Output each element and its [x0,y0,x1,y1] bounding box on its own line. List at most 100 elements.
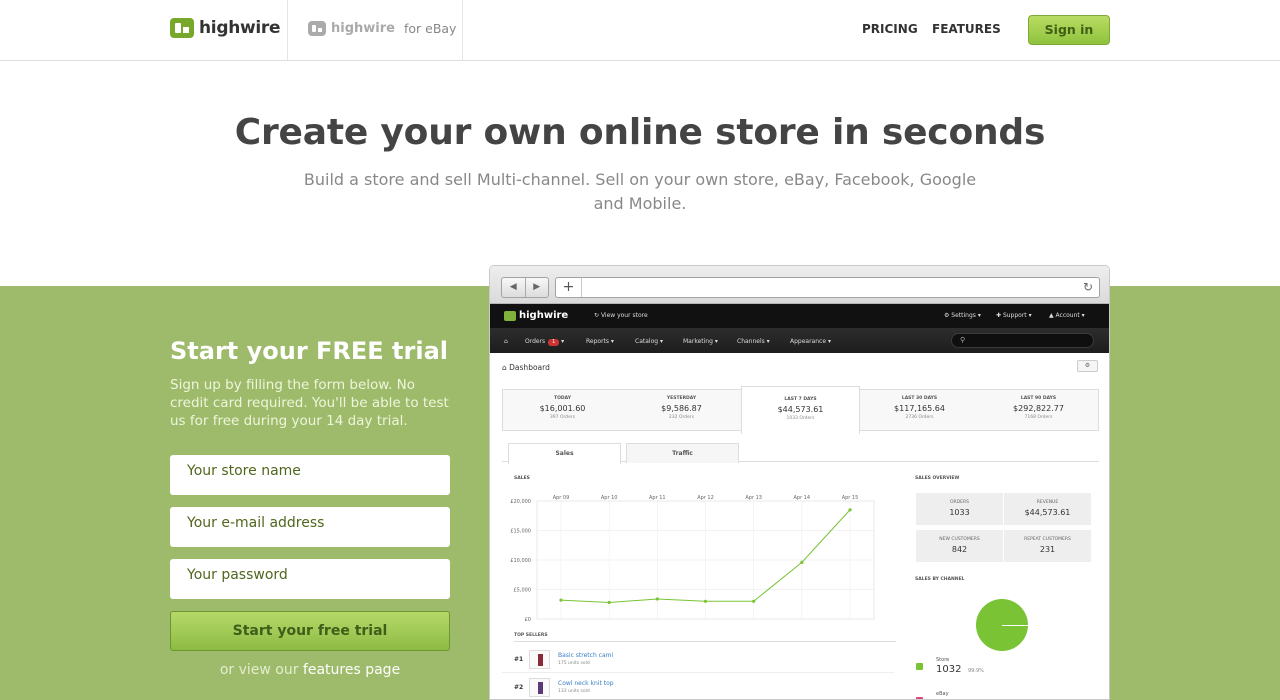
support-icon: ✚ [996,312,1003,319]
highwire-for-ebay-link[interactable]: highwire for eBay [308,21,456,36]
features-page-line: or view our features page [170,662,450,678]
ebay-brand-name: highwire [331,21,395,36]
browser-toolbar: ◀ ▶ + ↻ [490,266,1109,304]
x-tick-label: Apr 11 [649,495,666,501]
channel-heading: SALES BY CHANNEL [915,577,965,582]
header-divider [462,0,463,60]
stat-label: LAST 30 DAYS [901,396,938,401]
ebay-legend-name: eBay [936,691,949,697]
settings-menu: ⚙ Settings ▾ [944,312,981,319]
back-arrow-icon: ◀ [502,278,526,297]
product-screenshot: ◀ ▶ + ↻ highwire ↻ View your store ⚙ Set… [489,265,1110,700]
highwire-logo-icon [170,18,194,38]
stat-last-90-days: LAST 90 DAYS $292,822.77 7168 Orders [979,390,1098,432]
stat-orders: 1033 Orders [786,416,815,421]
store-legend-pct: 99.9% [968,668,984,674]
menu-appearance: Appearance ▾ [790,338,831,345]
sales-point [703,599,708,603]
y-tick-label: £10,000 [510,558,531,564]
overview-label: ORDERS [950,500,969,505]
menu-catalog-label: Catalog [635,338,659,345]
app-brand: highwire [519,310,569,321]
store-legend-swatch [916,663,923,670]
overview-value: 1033 [949,508,970,517]
top-seller-row: #2 Cowl neck knit top 133 units sold [502,675,894,699]
menu-appearance-label: Appearance [790,338,827,345]
seller-rank: #2 [514,684,524,691]
stat-orders: 7168 Orders [1024,415,1053,420]
dashboard-title-text: Dashboard [509,363,550,372]
sales-point [559,598,563,602]
sales-point [752,599,756,603]
features-page-link[interactable]: features page [303,662,400,678]
stat-today: TODAY $16,001.60 397 Orders [503,390,622,432]
support-label: Support [1002,312,1027,319]
channel-pie-chart [976,599,1028,651]
product-thumbnail-image [538,682,543,694]
seller-units: 175 units sold [558,661,590,666]
sign-in-button[interactable]: Sign in [1028,15,1110,45]
account-label: Account [1055,312,1080,319]
nav-features[interactable]: FEATURES [932,22,1001,36]
seller-rank: #1 [514,656,524,663]
sales-point [848,508,852,512]
refresh-icon: ↻ [594,312,601,319]
top-sellers-heading: TOP SELLERS [514,633,896,642]
app-logo: highwire [504,310,568,321]
stat-value: $117,165.64 [894,404,945,413]
app-menu-bar: ⌂ Orders 1 ▾ Reports ▾ Catalog ▾ Marketin… [490,328,1109,353]
store-legend-value: 1032 [936,664,962,675]
browser-nav-buttons: ◀ ▶ [501,277,549,298]
x-tick-label: Apr 14 [794,495,811,501]
overview-orders: ORDERS 1033 [916,493,1003,525]
dashboard-title: ⌂ Dashboard [502,363,550,372]
hero-title: Create your own online store in seconds [234,112,1046,153]
trial-description: Sign up by filling the form below. No cr… [170,377,449,429]
password-field[interactable]: Your password [170,559,450,599]
sales-point [607,600,611,605]
stat-yesterday: YESTERDAY $9,586.87 232 Orders [622,390,741,432]
dashboard-tabs: Sales Traffic [502,440,1099,464]
menu-marketing: Marketing ▾ [683,338,718,345]
browser-url-bar: + ↻ [555,277,1100,298]
highwire-logo[interactable]: highwire [170,18,281,38]
seller-units: 133 units sold [558,689,590,694]
tab-sales: Sales [508,443,621,464]
overview-value: 842 [951,545,968,554]
store-name-field[interactable]: Your store name [170,455,450,495]
stat-value: $44,573.61 [777,405,824,414]
support-menu: ✚ Support ▾ [996,312,1032,319]
menu-reports-label: Reports [586,338,610,345]
menu-reports: Reports ▾ [586,338,614,345]
overview-label: REPEAT CUSTOMERS [1024,537,1071,542]
sales-line-chart: £20,000 £15,000 £10,000 £5,000 £0 Apr 09 Apr 1… [510,495,875,623]
app-logo-icon [504,310,516,321]
view-store-label: View your store [600,312,648,319]
settings-label: Settings [951,312,976,319]
home-icon: ⌂ [504,338,508,345]
menu-orders: Orders 1 ▾ [525,338,565,346]
overview-label: REVENUE [1036,500,1059,505]
email-field[interactable]: Your e-mail address [170,507,450,547]
overview-new-customers: NEW CUSTOMERS 842 [916,530,1003,562]
seller-name: Cowl neck knit top [558,680,614,687]
x-tick-label: Apr 12 [697,495,714,501]
features-prefix: or view our [219,662,299,678]
overview-value: $44,573.61 [1024,508,1071,517]
y-tick-label: £20,000 [510,499,531,505]
brand-name: highwire [199,18,281,38]
menu-orders-label: Orders [525,338,546,345]
menu-catalog: Catalog ▾ [635,338,663,345]
product-thumbnail [529,650,550,669]
nav-pricing[interactable]: PRICING [862,22,918,36]
stat-last-7-days: LAST 7 DAYS $44,573.61 1033 Orders [741,386,860,434]
start-free-trial-button[interactable]: Start your free trial [170,611,450,651]
menu-marketing-label: Marketing [683,338,713,345]
stat-value: $292,822.77 [1013,404,1064,413]
account-menu: ▲ Account ▾ [1049,312,1085,319]
top-seller-row: #1 Basic stretch cami 175 units sold [502,647,894,673]
menu-channels: Channels ▾ [737,338,770,345]
forward-arrow-icon: ▶ [533,282,541,292]
overview-repeat-customers: REPEAT CUSTOMERS 231 [1004,530,1091,562]
trial-title: Start your FREE trial [170,337,449,365]
